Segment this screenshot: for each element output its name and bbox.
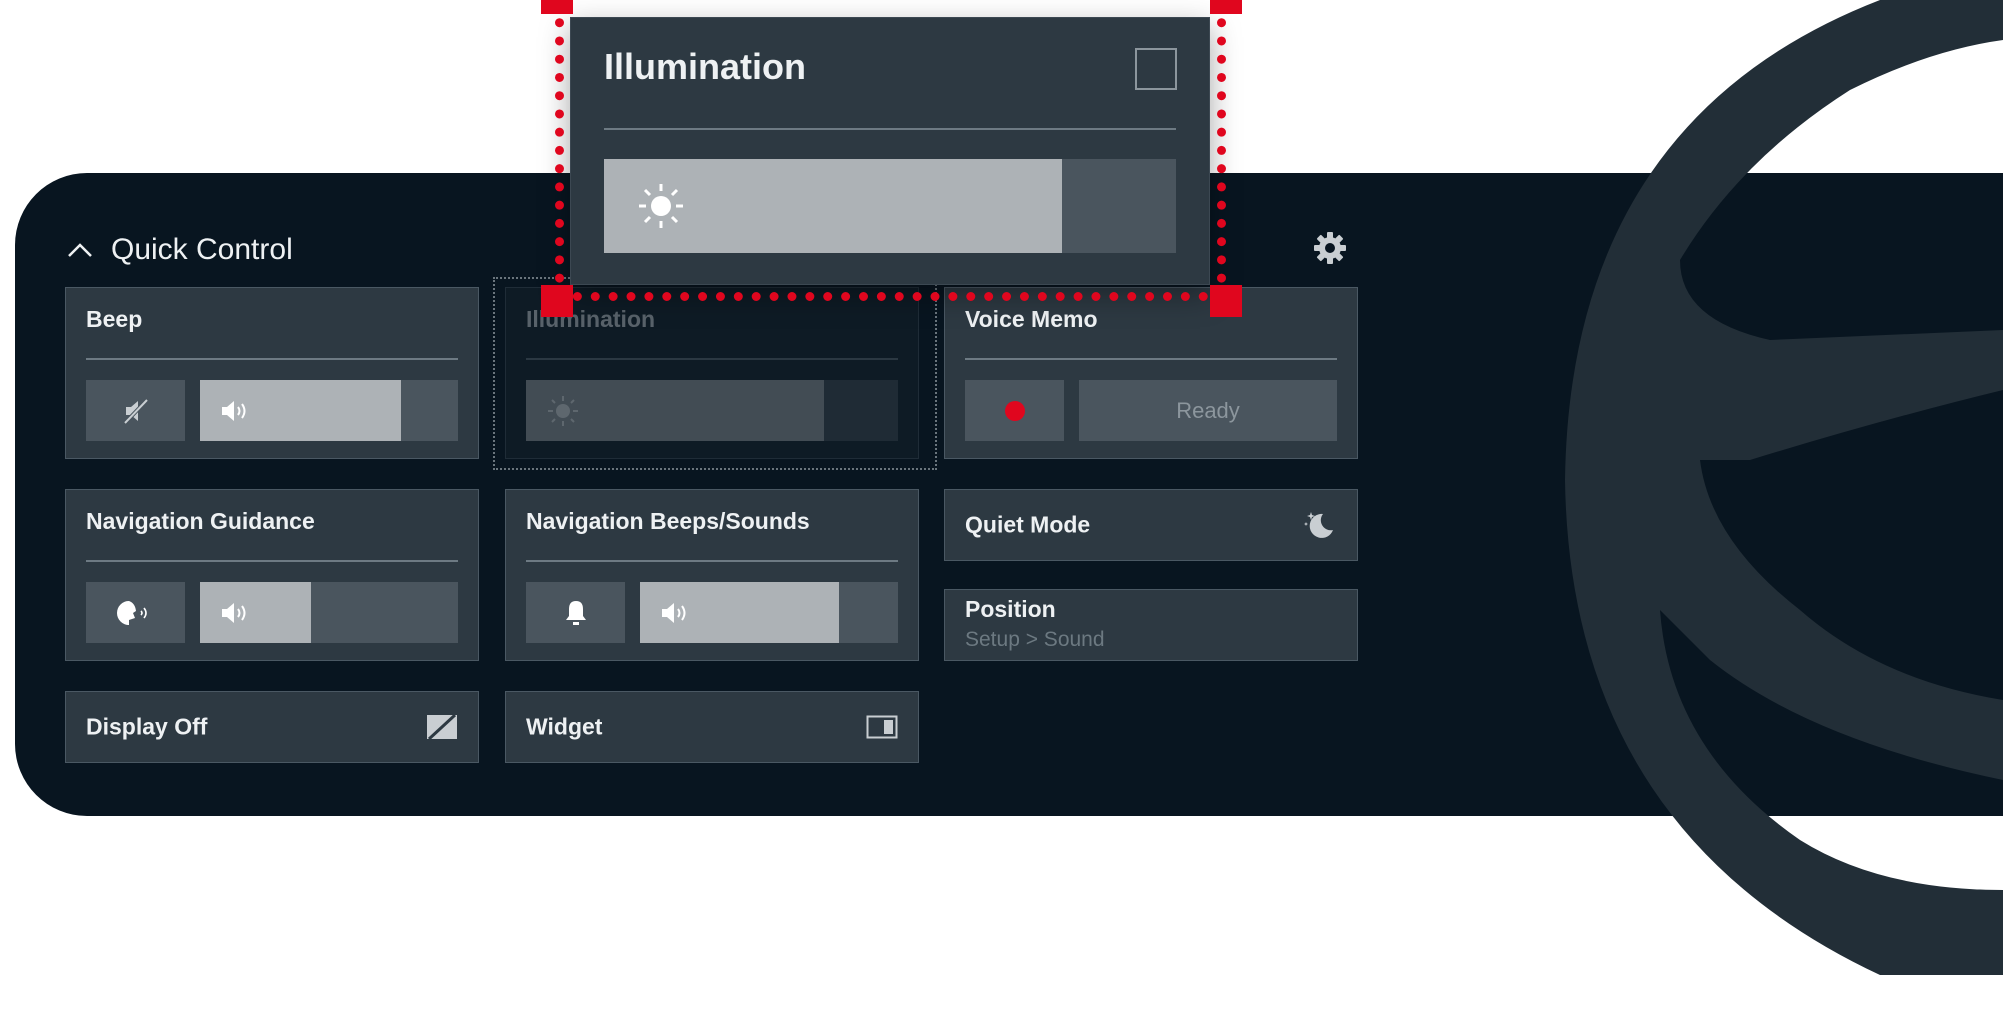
voice-guidance-button[interactable] — [86, 582, 185, 643]
selection-handle-top-right[interactable] — [1210, 0, 1242, 14]
position-subtitle: Setup > Sound — [965, 628, 1105, 651]
quiet-mode-card[interactable]: Quiet Mode — [944, 489, 1358, 561]
display-off-icon — [427, 713, 457, 741]
voice-memo-card: Voice Memo Ready — [944, 287, 1358, 459]
navigation-beeps-title: Navigation Beeps/Sounds — [526, 508, 810, 534]
divider — [526, 358, 898, 360]
widget-card[interactable]: Widget — [505, 691, 919, 763]
moon-stars-icon — [1304, 512, 1333, 538]
quiet-mode-title: Quiet Mode — [965, 511, 1091, 538]
voice-memo-status: Ready — [1079, 380, 1337, 441]
position-title: Position — [965, 596, 1056, 622]
gear-icon[interactable] — [1312, 230, 1348, 266]
speaker-icon — [662, 602, 686, 623]
chevron-up-icon[interactable] — [67, 242, 93, 258]
quick-control-title: Quick Control — [111, 233, 293, 266]
navigation-guidance-card: Navigation Guidance — [65, 489, 479, 661]
voice-memo-title: Voice Memo — [965, 306, 1098, 332]
voice-guidance-icon — [116, 600, 147, 625]
selection-handle-top-left[interactable] — [541, 0, 573, 14]
bell-icon — [565, 600, 586, 625]
beep-volume-slider[interactable] — [200, 380, 458, 441]
divider — [86, 358, 458, 360]
quick-control-header[interactable]: Quick Control — [67, 233, 293, 267]
selection-outline — [555, 0, 1226, 301]
display-off-card[interactable]: Display Off — [65, 691, 479, 763]
steering-wheel-graphic — [1565, 173, 2003, 816]
navigation-beeps-volume-slider[interactable] — [640, 582, 898, 643]
divider — [526, 560, 898, 562]
navigation-beeps-button[interactable] — [526, 582, 625, 643]
beep-mute-button[interactable] — [86, 380, 185, 441]
widget-title: Widget — [526, 713, 603, 740]
speaker-mute-icon — [123, 398, 148, 424]
navigation-guidance-title: Navigation Guidance — [86, 508, 315, 534]
speaker-icon — [222, 602, 246, 623]
sun-icon — [548, 395, 578, 426]
selection-handle-bottom-right[interactable] — [1210, 285, 1242, 317]
illumination-ghost-slider — [526, 380, 898, 441]
record-button[interactable] — [965, 380, 1064, 441]
divider — [86, 560, 458, 562]
navigation-beeps-card: Navigation Beeps/Sounds — [505, 489, 919, 661]
display-off-title: Display Off — [86, 713, 208, 740]
navigation-guidance-volume-slider[interactable] — [200, 582, 458, 643]
speaker-icon — [222, 400, 246, 421]
divider — [965, 358, 1337, 360]
selection-handle-bottom-left[interactable] — [541, 285, 573, 317]
record-dot-icon — [1004, 400, 1025, 421]
beep-title: Beep — [86, 306, 143, 332]
widget-icon — [866, 715, 898, 739]
navigation-guidance-volume-fill — [200, 582, 311, 643]
position-card[interactable]: Position Setup > Sound — [944, 589, 1358, 661]
beep-card: Beep — [65, 287, 479, 459]
